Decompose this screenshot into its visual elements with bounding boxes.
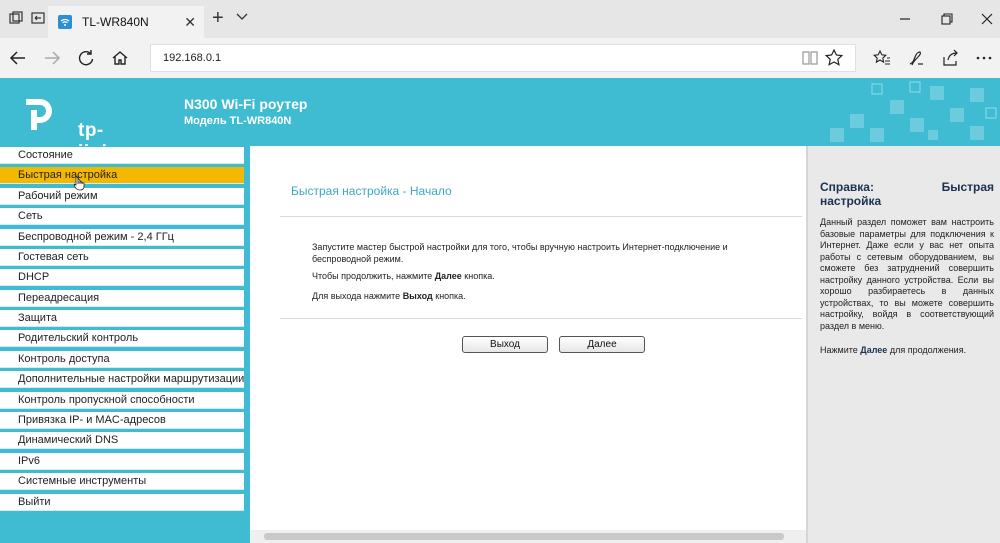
new-tab-icon[interactable]: + bbox=[212, 8, 224, 28]
scrollbar-thumb[interactable] bbox=[264, 533, 784, 540]
forward-icon[interactable] bbox=[42, 48, 62, 68]
menu-item-parental-control[interactable]: Родительский контроль bbox=[0, 330, 244, 347]
browser-tab-bar: TL-WR840N ✕ + bbox=[0, 0, 1000, 38]
tab-actions-icon[interactable] bbox=[8, 10, 24, 26]
help-body: Данный раздел поможет вам настроить базо… bbox=[820, 217, 994, 331]
back-icon[interactable] bbox=[8, 48, 28, 68]
tab-list-chevron-icon[interactable] bbox=[236, 10, 248, 22]
menu-item-operation-mode[interactable]: Рабочий режим bbox=[0, 188, 244, 205]
help-title: Справка: Быстрая настройка bbox=[820, 180, 994, 208]
menu-item-dhcp[interactable]: DHCP bbox=[0, 269, 244, 286]
more-menu-icon[interactable] bbox=[974, 48, 994, 68]
next-button[interactable]: Далее bbox=[559, 336, 645, 353]
device-model: Модель TL-WR840N bbox=[184, 115, 292, 127]
menu-item-ipv6[interactable]: IPv6 bbox=[0, 453, 244, 470]
favorites-hub-icon[interactable] bbox=[872, 48, 892, 68]
page-title: Быстрая настройка - Начало bbox=[291, 184, 452, 198]
share-icon[interactable] bbox=[940, 48, 960, 68]
pen-notes-icon[interactable] bbox=[906, 48, 926, 68]
minimize-icon[interactable] bbox=[898, 12, 912, 26]
help-next-hint: Нажмите Далее для продолжения. bbox=[820, 345, 967, 355]
menu-item-system-tools[interactable]: Системные инструменты bbox=[0, 473, 244, 490]
exit-hint: Для выхода нажмите Выход кнопка. bbox=[312, 291, 466, 301]
home-icon[interactable] bbox=[110, 48, 130, 68]
continue-hint: Чтобы продолжить, нажмите Далее кнопка. bbox=[312, 271, 495, 281]
close-window-icon[interactable] bbox=[980, 12, 994, 26]
address-toolbar: 192.168.0.1 bbox=[0, 38, 1000, 78]
menu-item-dynamic-dns[interactable]: Динамический DNS bbox=[0, 432, 244, 449]
menu-item-bandwidth-control[interactable]: Контроль пропускной способности bbox=[0, 392, 244, 409]
favorite-star-icon[interactable] bbox=[824, 48, 844, 68]
reading-view-icon[interactable] bbox=[800, 48, 820, 68]
menu-item-logout[interactable]: Выйти bbox=[0, 494, 244, 511]
divider bbox=[280, 216, 802, 217]
menu-item-ip-mac-binding[interactable]: Привязка IP- и MAC-адресов bbox=[0, 412, 244, 429]
device-title: N300 Wi-Fi роутер bbox=[184, 96, 308, 112]
help-panel: Справка: Быстрая настройка Данный раздел… bbox=[806, 146, 1000, 543]
tab-title: TL-WR840N bbox=[82, 15, 149, 29]
menu-item-quick-setup[interactable]: Быстрая настройка bbox=[0, 167, 244, 184]
hand-cursor-icon bbox=[74, 175, 85, 191]
menu-item-network[interactable]: Сеть bbox=[0, 208, 244, 225]
wifi-favicon-icon bbox=[58, 15, 72, 29]
menu-item-forwarding[interactable]: Переадресация bbox=[0, 290, 244, 307]
logo-text: tp-link bbox=[78, 120, 112, 146]
restore-icon[interactable] bbox=[940, 12, 954, 26]
refresh-icon[interactable] bbox=[76, 48, 96, 68]
browser-tab[interactable]: TL-WR840N ✕ bbox=[48, 6, 204, 38]
divider bbox=[280, 318, 802, 319]
exit-button[interactable]: Выход bbox=[462, 336, 548, 353]
menu-item-advanced-routing[interactable]: Дополнительные настройки маршрутизации bbox=[0, 371, 244, 388]
menu-item-guest-network[interactable]: Гостевая сеть bbox=[0, 249, 244, 266]
set-tabs-aside-icon[interactable] bbox=[30, 10, 46, 26]
router-header: tp-link N300 Wi-Fi роутер Модель TL-WR84… bbox=[0, 78, 1000, 146]
header-decoration bbox=[830, 81, 997, 142]
tp-link-logo-icon bbox=[26, 99, 52, 130]
tp-link-logo: tp-link bbox=[18, 94, 128, 146]
menu-item-security[interactable]: Защита bbox=[0, 310, 244, 327]
sidebar-menu: Состояние Быстрая настройка Рабочий режи… bbox=[0, 146, 250, 543]
menu-item-access-control[interactable]: Контроль доступа bbox=[0, 351, 244, 368]
address-input[interactable]: 192.168.0.1 bbox=[150, 44, 856, 72]
menu-item-wireless[interactable]: Беспроводной режим - 2,4 ГГц bbox=[0, 229, 244, 246]
intro-text: Запустите мастер быстрой настройки для т… bbox=[312, 242, 728, 264]
menu-item-status[interactable]: Состояние bbox=[0, 147, 244, 164]
horizontal-scrollbar[interactable] bbox=[250, 530, 806, 543]
url-text: 192.168.0.1 bbox=[163, 52, 222, 64]
main-content: Быстрая настройка - Начало Запустите мас… bbox=[250, 146, 806, 543]
tab-close-icon[interactable]: ✕ bbox=[184, 14, 196, 31]
